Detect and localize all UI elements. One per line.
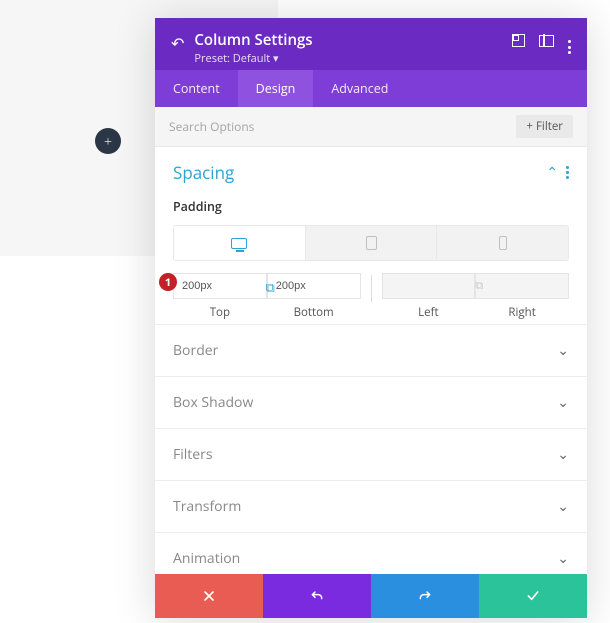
snap-panel-icon[interactable] xyxy=(539,34,554,51)
chevron-down-icon: ⌄ xyxy=(557,341,569,360)
padding-inputs-row: 1 ⧉ Top Bottom ⧉ Left Right xyxy=(155,273,587,324)
redo-button[interactable] xyxy=(371,574,479,618)
accordion-label: Transform xyxy=(173,497,241,516)
device-tab-phone[interactable] xyxy=(437,226,568,260)
desktop-icon xyxy=(231,238,247,249)
section-options-icon[interactable] xyxy=(566,166,569,179)
tab-advanced[interactable]: Advanced xyxy=(313,70,406,107)
tablet-icon xyxy=(366,236,377,250)
phone-icon xyxy=(499,236,507,250)
close-icon xyxy=(201,588,217,604)
accordion-box-shadow[interactable]: Box Shadow ⌄ xyxy=(155,376,587,428)
padding-bottom-input[interactable] xyxy=(267,273,361,299)
section-spacing-header[interactable]: Spacing ⌃ xyxy=(155,147,587,190)
padding-right-input[interactable] xyxy=(475,273,569,299)
settings-modal: ↶ Column Settings Preset: Default ▾ Cont… xyxy=(155,18,587,618)
filter-button[interactable]: + Filter xyxy=(516,115,573,138)
header-titles: Column Settings Preset: Default ▾ xyxy=(194,30,512,66)
chevron-down-icon: ⌄ xyxy=(557,445,569,464)
padding-right-col: Right xyxy=(475,273,569,320)
accordion-animation[interactable]: Animation ⌄ xyxy=(155,532,587,574)
add-module-button[interactable]: + xyxy=(95,128,121,154)
cancel-button[interactable] xyxy=(155,574,263,618)
redo-icon xyxy=(417,588,433,604)
accordion-label: Box Shadow xyxy=(173,393,253,412)
modal-header: ↶ Column Settings Preset: Default ▾ xyxy=(155,18,587,70)
accordion-label: Border xyxy=(173,341,218,360)
chevron-down-icon: ⌄ xyxy=(557,549,569,568)
padding-label: Padding xyxy=(155,190,587,225)
preset-label: Preset: Default xyxy=(194,51,270,66)
accordion-border[interactable]: Border ⌄ xyxy=(155,324,587,376)
responsive-device-tabs xyxy=(173,225,569,261)
search-row: Search Options + Filter xyxy=(155,107,587,147)
tab-content[interactable]: Content xyxy=(155,70,238,107)
chevron-down-icon: ⌄ xyxy=(557,497,569,516)
back-icon[interactable]: ↶ xyxy=(171,32,184,54)
filter-label: Filter xyxy=(536,119,563,134)
device-tab-desktop[interactable] xyxy=(174,226,306,260)
padding-left-label: Left xyxy=(418,305,438,320)
padding-top-col: ⧉ Top xyxy=(173,273,267,320)
accordion-transform[interactable]: Transform ⌄ xyxy=(155,480,587,532)
check-icon xyxy=(525,588,541,604)
expand-icon[interactable] xyxy=(512,34,525,51)
annotation-marker: 1 xyxy=(159,273,177,291)
accordion-label: Filters xyxy=(173,445,213,464)
tab-design[interactable]: Design xyxy=(238,70,314,107)
preset-dropdown[interactable]: Preset: Default ▾ xyxy=(194,51,512,66)
modal-footer xyxy=(155,574,587,618)
main-tabs: Content Design Advanced xyxy=(155,70,587,107)
padding-bottom-label: Bottom xyxy=(294,305,334,320)
accordion-filters[interactable]: Filters ⌄ xyxy=(155,428,587,480)
link-icon[interactable]: ⧉ xyxy=(265,278,274,296)
modal-title: Column Settings xyxy=(194,30,512,50)
accordion-label: Animation xyxy=(173,549,240,568)
modal-body: Spacing ⌃ Padding 1 ⧉ Top Bottom xyxy=(155,147,587,574)
padding-left-col: ⧉ Left xyxy=(382,273,476,320)
link-off-icon[interactable]: ⧉ xyxy=(475,278,483,293)
kebab-menu-icon[interactable] xyxy=(568,30,571,54)
device-tab-tablet[interactable] xyxy=(306,226,438,260)
save-button[interactable] xyxy=(479,574,587,618)
search-input[interactable]: Search Options xyxy=(169,118,254,135)
padding-top-label: Top xyxy=(210,305,230,320)
section-title: Spacing xyxy=(173,161,546,184)
padding-top-input[interactable] xyxy=(173,273,267,299)
padding-left-input[interactable] xyxy=(382,273,476,299)
chevron-down-icon: ⌄ xyxy=(557,393,569,412)
chevron-up-icon[interactable]: ⌃ xyxy=(546,163,558,182)
undo-icon xyxy=(309,588,325,604)
padding-right-label: Right xyxy=(508,305,535,320)
padding-bottom-col: Bottom xyxy=(267,273,361,320)
divider xyxy=(371,275,372,302)
undo-button[interactable] xyxy=(263,574,371,618)
